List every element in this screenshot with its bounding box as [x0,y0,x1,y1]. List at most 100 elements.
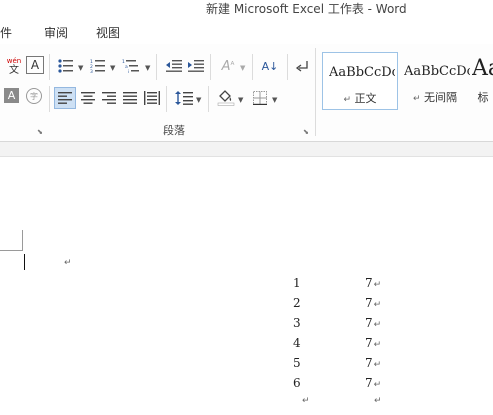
decrease-indent-button[interactable] [164,56,184,76]
ribbon: wén 文 A ▼ 1 2 3 ▼ 1 a i ▼ A ᴬ ▼ A↓ A 字 ▼… [0,44,493,142]
separator [49,86,50,112]
row-value-cell: 7↵ [365,356,381,370]
separator [156,54,157,80]
separator [166,86,167,112]
style-heading-label: 标 [477,91,489,104]
tab-review[interactable]: 审阅 [44,24,68,41]
paragraph-mark: ↵ [373,320,382,330]
character-border-icon: A [30,58,40,72]
line-spacing-dropdown-icon[interactable]: ▼ [196,96,201,104]
separator [208,86,209,112]
row-value: 7 [365,276,373,290]
phonetic-guide-button[interactable]: wén 文 [4,56,24,76]
borders-button[interactable] [250,88,270,108]
style-heading-sample: Aa [472,56,493,81]
show-formatting-marks-icon [295,61,308,72]
increase-indent-button[interactable] [186,56,206,76]
enclose-characters-button[interactable]: 字 [26,88,42,104]
bullets-button[interactable] [56,56,76,76]
title-bar: 新建 Microsoft Excel 工作表 - Word [0,0,493,18]
style-no-spacing-label-row: ↵ 无间隔 [398,89,472,105]
change-case-button[interactable]: Aᴬ [218,56,238,76]
style-no-spacing-label: 无间隔 [424,91,458,104]
increase-indent-icon [188,60,204,72]
paragraph-mark: ↵ [373,300,382,310]
style-heading[interactable]: Aa 标 [470,52,493,108]
shading-button[interactable] [216,87,236,107]
justify-button[interactable] [120,88,140,108]
ribbon-tab-bar: 件 审阅 视图 [0,18,493,44]
align-right-button[interactable] [99,88,119,108]
paragraph-mark: ↵ [64,258,72,268]
style-normal-sample: AaBbCcDc [329,65,395,80]
paragraph-dialog-launcher-icon[interactable]: ⬊ [303,128,311,136]
separator [210,54,211,80]
style-normal-label-row: ↵ 正文 [323,90,397,106]
table-row: 1 7↵ [293,276,393,296]
svg-text:3: 3 [90,69,93,73]
style-no-spacing-mark: ↵ [412,94,421,104]
style-no-spacing-sample: AaBbCcDc [404,64,470,79]
table-row: 2 7↵ [293,296,393,316]
borders-dropdown-icon[interactable]: ▼ [272,96,277,104]
row-value-cell: 7↵ [365,296,381,310]
row-value: 7 [365,336,373,350]
multilevel-list-button[interactable]: 1 a i [121,56,141,76]
style-normal-label: 正文 [354,92,377,105]
document-area[interactable]: ↵ 1 7↵ 2 7↵ 3 7↵ 4 7↵ 5 7↵ 6 7↵ ↵ ↵ [0,142,493,415]
align-left-button[interactable] [54,87,76,109]
phonetic-guide-char: 文 [9,65,19,76]
row-index: 3 [293,316,301,330]
justify-icon [123,92,137,104]
paragraph-mark: ↵ [373,340,382,350]
line-spacing-icon [175,91,193,105]
row-value-cell: 7↵ [365,336,381,350]
row-index: 2 [293,296,301,310]
show-formatting-marks-button[interactable] [292,56,312,76]
table-row: 6 7↵ [293,376,393,396]
window-title: 新建 Microsoft Excel 工作表 - Word [206,2,407,16]
bullets-dropdown-icon[interactable]: ▼ [78,64,83,72]
align-left-icon [58,92,72,104]
page-gap [0,142,493,157]
shading-dropdown-icon[interactable]: ▼ [238,96,243,104]
multilevel-list-icon: 1 a i [122,59,139,73]
crop-mark [22,230,23,251]
crop-mark [0,250,22,251]
tab-view[interactable]: 视图 [96,24,120,41]
distributed-button[interactable] [142,88,162,108]
style-normal-mark: ↵ [343,95,352,105]
paragraph-mark: ↵ [302,396,310,406]
numbering-button[interactable]: 1 2 3 [88,56,108,76]
row-value: 7 [365,296,373,310]
row-index: 1 [293,276,301,290]
separator [49,54,50,80]
separator [287,54,288,80]
style-normal[interactable]: AaBbCcDc ↵ 正文 [322,52,398,110]
line-spacing-button[interactable] [174,88,194,108]
font-dialog-launcher-icon[interactable]: ⬊ [37,128,45,136]
row-value: 7 [365,316,373,330]
character-shading-icon: A [7,89,16,102]
multilevel-list-dropdown-icon[interactable]: ▼ [145,64,150,72]
row-value: 7 [365,356,373,370]
sort-button[interactable]: A↓ [260,56,280,76]
change-case-dropdown-icon[interactable]: ▼ [240,64,245,72]
enclose-characters-icon: 字 [30,91,38,101]
style-no-spacing[interactable]: AaBbCcDc ↵ 无间隔 [398,52,472,108]
character-shading-button[interactable]: A [4,88,19,103]
borders-icon [253,91,267,105]
bullets-icon [58,59,73,73]
character-border-button[interactable]: A [26,56,44,74]
row-value: 7 [365,376,373,390]
tab-file[interactable]: 件 [0,24,12,41]
paragraph-mark: ↵ [373,280,382,290]
align-center-button[interactable] [78,88,98,108]
styles-gallery: AaBbCcDc ↵ 正文 AaBbCcDc ↵ 无间隔 Aa 标 [320,52,493,110]
numbering-dropdown-icon[interactable]: ▼ [110,64,115,72]
row-value-cell: 7↵ [365,376,381,390]
table-row: 3 7↵ [293,316,393,336]
table-row: 5 7↵ [293,356,393,376]
change-case-icon: A [221,58,231,74]
paragraph-mark: ↵ [374,396,382,406]
